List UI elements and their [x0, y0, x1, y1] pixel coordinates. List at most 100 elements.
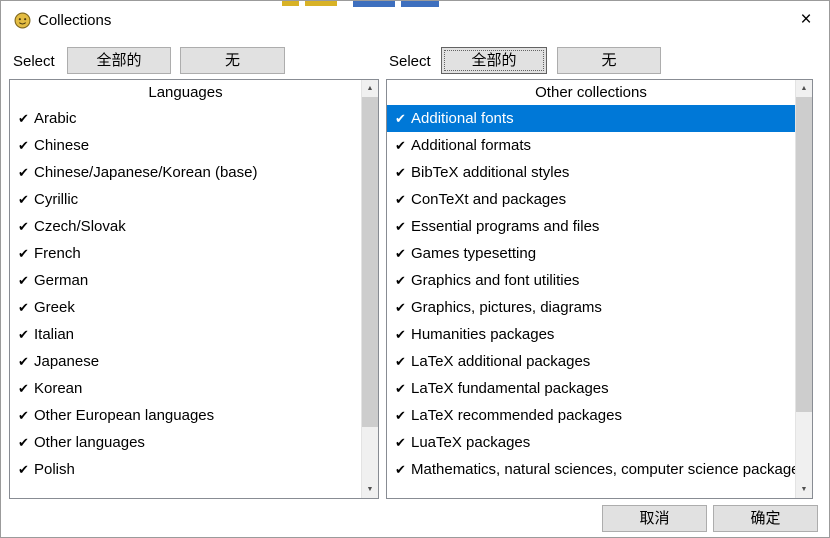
list-item[interactable]: ✔ Chinese/Japanese/Korean (base) [10, 159, 361, 186]
list-item-label: German [34, 272, 88, 289]
list-item[interactable]: ✔ Mathematics, natural sciences, compute… [387, 456, 795, 483]
checkmark-icon: ✔ [10, 138, 34, 154]
select-none-button-left[interactable]: 无 [180, 47, 285, 74]
checkmark-icon: ✔ [387, 327, 411, 343]
list-item[interactable]: ✔ Korean [10, 375, 361, 402]
checkmark-icon: ✔ [10, 111, 34, 127]
list-item[interactable]: ✔ Czech/Slovak [10, 213, 361, 240]
list-item[interactable]: ✔ LaTeX additional packages [387, 348, 795, 375]
list-item[interactable]: ✔ LaTeX recommended packages [387, 402, 795, 429]
list-item-label: Italian [34, 326, 74, 343]
list-item[interactable]: ✔ Polish [10, 456, 361, 483]
list-item-label: ConTeXt and packages [411, 191, 566, 208]
scroll-down-icon[interactable]: ▼ [796, 481, 812, 498]
other-collections-list: ✔ Additional fonts ✔ Additional formats … [387, 105, 795, 498]
list-item[interactable]: ✔ Italian [10, 321, 361, 348]
list-item[interactable]: ✔ Cyrillic [10, 186, 361, 213]
checkmark-icon: ✔ [387, 219, 411, 235]
ok-button[interactable]: 确定 [713, 505, 818, 532]
checkmark-icon: ✔ [387, 111, 411, 127]
list-item-label: Cyrillic [34, 191, 78, 208]
list-item-label: Chinese/Japanese/Korean (base) [34, 164, 257, 181]
languages-scrollbar[interactable]: ▲ ▼ [361, 80, 378, 498]
checkmark-icon: ✔ [10, 435, 34, 451]
list-item-label: Other European languages [34, 407, 214, 424]
select-label-right: Select [389, 51, 431, 73]
checkmark-icon: ✔ [10, 327, 34, 343]
list-item[interactable]: ✔ Other European languages [10, 402, 361, 429]
list-item[interactable]: ✔ ConTeXt and packages [387, 186, 795, 213]
list-item-label: Mathematics, natural sciences, computer … [411, 461, 795, 478]
list-item-label: LaTeX fundamental packages [411, 380, 609, 397]
checkmark-icon: ✔ [387, 300, 411, 316]
list-item[interactable]: ✔ Greek [10, 294, 361, 321]
list-item-label: Arabic [34, 110, 77, 127]
list-item[interactable]: ✔ Games typesetting [387, 240, 795, 267]
list-item[interactable]: ✔ BibTeX additional styles [387, 159, 795, 186]
list-item-label: Humanities packages [411, 326, 554, 343]
app-icon [14, 12, 31, 29]
list-item[interactable]: ✔ French [10, 240, 361, 267]
select-none-button-right[interactable]: 无 [557, 47, 661, 74]
background-window-artifact [401, 1, 439, 7]
list-item-label: Additional formats [411, 137, 531, 154]
select-all-button-left[interactable]: 全部的 [67, 47, 171, 74]
list-item[interactable]: ✔ LaTeX fundamental packages [387, 375, 795, 402]
other-collections-listbox: Other collections ✔ Additional fonts ✔ A… [386, 79, 813, 499]
list-item[interactable]: ✔ Essential programs and files [387, 213, 795, 240]
other-collections-scrollbar[interactable]: ▲ ▼ [795, 80, 812, 498]
languages-listbox: Languages ✔ Arabic ✔ Chinese ✔ Chinese/J… [9, 79, 379, 499]
list-item[interactable]: ✔ LuaTeX packages [387, 429, 795, 456]
list-item[interactable]: ✔ Additional fonts [387, 105, 795, 132]
list-item-label: LaTeX additional packages [411, 353, 590, 370]
list-item[interactable]: ✔ Graphics, pictures, diagrams [387, 294, 795, 321]
list-item[interactable]: ✔ Humanities packages [387, 321, 795, 348]
list-item[interactable]: ✔ Arabic [10, 105, 361, 132]
list-item[interactable]: ✔ Other languages [10, 429, 361, 456]
checkmark-icon: ✔ [10, 408, 34, 424]
checkmark-icon: ✔ [10, 381, 34, 397]
list-item[interactable]: ✔ Additional formats [387, 132, 795, 159]
select-all-button-right[interactable]: 全部的 [441, 47, 547, 74]
list-item-label: Chinese [34, 137, 89, 154]
list-item[interactable]: ✔ Graphics and font utilities [387, 267, 795, 294]
select-label-left: Select [13, 51, 55, 73]
list-item[interactable]: ✔ Japanese [10, 348, 361, 375]
scrollbar-thumb[interactable] [362, 97, 378, 427]
list-item-label: Greek [34, 299, 75, 316]
checkmark-icon: ✔ [10, 165, 34, 181]
list-item-label: Polish [34, 461, 75, 478]
checkmark-icon: ✔ [10, 219, 34, 235]
checkmark-icon: ✔ [387, 273, 411, 289]
close-icon[interactable]: × [785, 3, 827, 37]
checkmark-icon: ✔ [10, 300, 34, 316]
window-title: Collections [38, 11, 111, 31]
checkmark-icon: ✔ [10, 273, 34, 289]
background-window-artifact [353, 1, 395, 7]
list-item-label: Graphics, pictures, diagrams [411, 299, 602, 316]
checkmark-icon: ✔ [387, 435, 411, 451]
list-item-label: Additional fonts [411, 110, 514, 127]
cancel-button[interactable]: 取消 [602, 505, 707, 532]
languages-header: Languages [10, 80, 361, 105]
checkmark-icon: ✔ [387, 354, 411, 370]
scroll-up-icon[interactable]: ▲ [362, 80, 378, 97]
scrollbar-thumb[interactable] [796, 97, 812, 412]
list-item[interactable]: ✔ German [10, 267, 361, 294]
background-window-artifact [305, 1, 337, 6]
scroll-down-icon[interactable]: ▼ [362, 481, 378, 498]
scroll-up-icon[interactable]: ▲ [796, 80, 812, 97]
checkmark-icon: ✔ [387, 192, 411, 208]
list-item[interactable]: ✔ Chinese [10, 132, 361, 159]
list-item-label: French [34, 245, 81, 262]
checkmark-icon: ✔ [387, 138, 411, 154]
list-item-label: Other languages [34, 434, 145, 451]
checkmark-icon: ✔ [10, 354, 34, 370]
list-item-label: BibTeX additional styles [411, 164, 569, 181]
checkmark-icon: ✔ [387, 381, 411, 397]
list-item-label: LaTeX recommended packages [411, 407, 622, 424]
other-collections-header: Other collections [387, 80, 795, 105]
checkmark-icon: ✔ [10, 462, 34, 478]
list-item-label: Games typesetting [411, 245, 536, 262]
list-item-label: LuaTeX packages [411, 434, 530, 451]
